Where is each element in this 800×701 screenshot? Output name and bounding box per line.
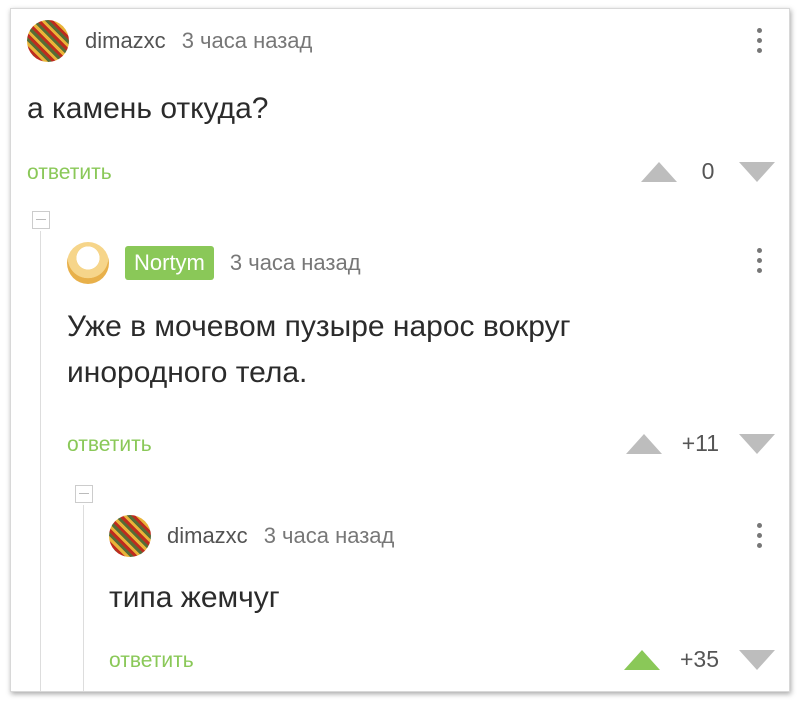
author-name[interactable]: dimazxc [85, 28, 166, 54]
thread-line [83, 505, 84, 691]
more-options-icon[interactable] [757, 28, 763, 53]
reply-link[interactable]: ответить [67, 433, 152, 457]
vote-controls: +35 [623, 646, 775, 673]
comment-time: 3 часа назад [263, 523, 395, 548]
comment-score: 0 [701, 158, 715, 184]
downvote-icon[interactable] [739, 649, 775, 670]
comment-score: +11 [681, 430, 719, 456]
upvote-icon[interactable] [623, 649, 660, 670]
author-name[interactable]: Nortym [125, 246, 214, 280]
user-avatar[interactable] [109, 515, 151, 557]
collapse-toggle[interactable] [75, 485, 93, 503]
collapse-toggle[interactable] [32, 211, 50, 229]
comment-header: dimazxc 3 часа назад [27, 16, 312, 66]
comment: dimazxc 3 часа назад типа жемчуг ответит… [109, 511, 775, 691]
author-name[interactable]: dimazxc [167, 523, 248, 549]
user-avatar[interactable] [67, 242, 109, 284]
comment-text: типа жемчуг [109, 581, 280, 614]
comment-header: dimazxc 3 часа назад [109, 511, 394, 561]
comment: dimazxc 3 часа назад а камень откуда? от… [27, 16, 775, 196]
comment-thread: dimazxc 3 часа назад а камень откуда? от… [10, 8, 790, 692]
comment-time: 3 часа назад [181, 28, 313, 53]
comment-header: Nortym 3 часа назад [67, 238, 361, 288]
upvote-icon[interactable] [625, 433, 662, 454]
comment-text: а камень откуда? [27, 92, 269, 125]
comment: Nortym 3 часа назад Уже в мочевом пузыре… [67, 238, 775, 468]
more-options-icon[interactable] [757, 523, 763, 548]
comment-text: Уже в мочевом пузыре нарос вокруг инород… [67, 310, 571, 389]
thread-line [40, 231, 41, 691]
more-options-icon[interactable] [757, 248, 763, 273]
downvote-icon[interactable] [739, 433, 775, 454]
upvote-icon[interactable] [641, 161, 677, 182]
vote-controls: +11 [625, 430, 775, 457]
vote-controls: 0 [641, 158, 775, 185]
comment-time: 3 часа назад [229, 250, 361, 275]
reply-link[interactable]: ответить [109, 649, 194, 673]
downvote-icon[interactable] [739, 161, 775, 182]
comment-score: +35 [679, 646, 719, 672]
user-avatar[interactable] [27, 20, 69, 62]
reply-link[interactable]: ответить [27, 161, 112, 185]
